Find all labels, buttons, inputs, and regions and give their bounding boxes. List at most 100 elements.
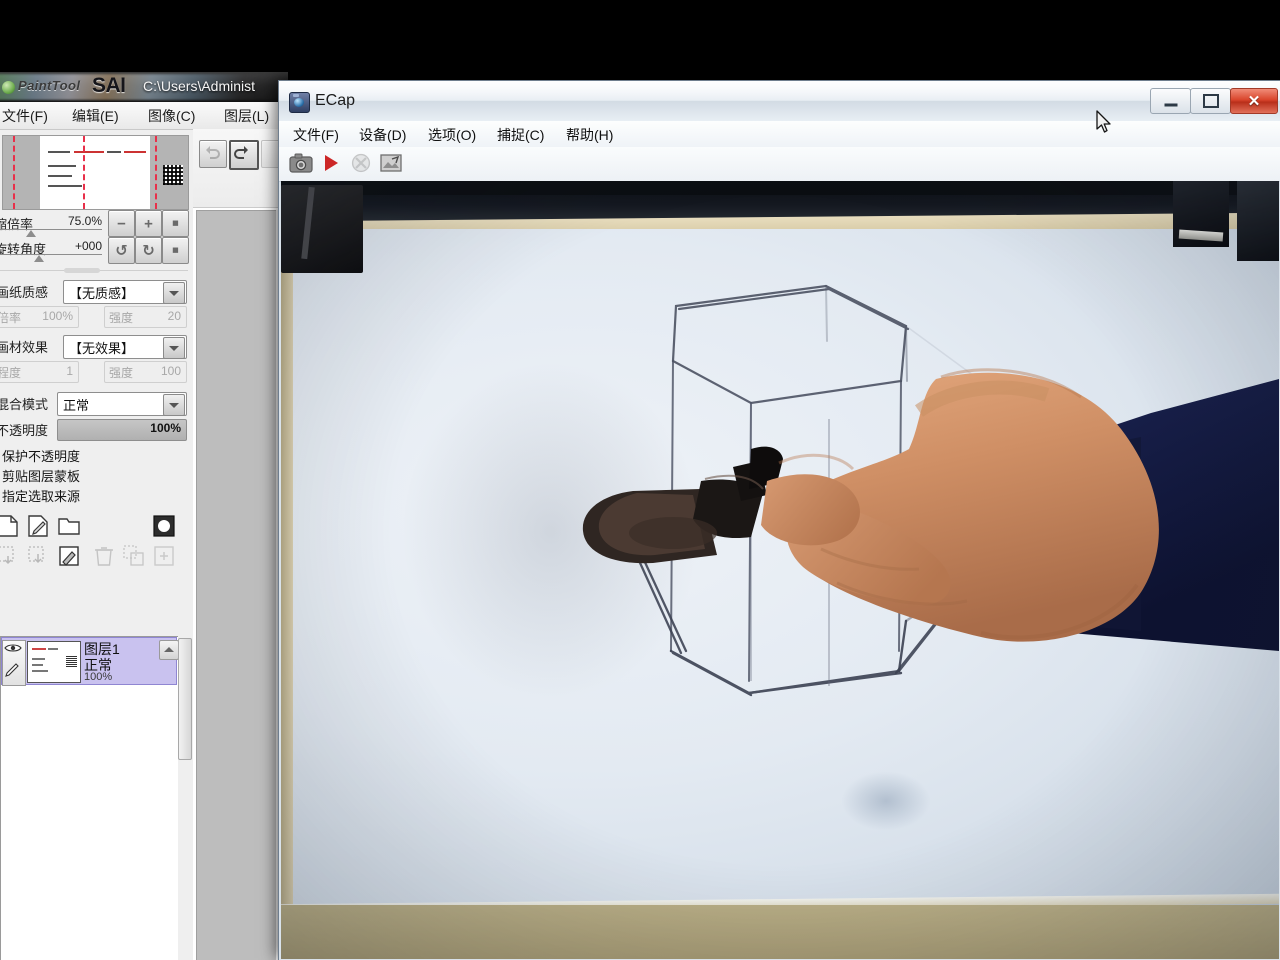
navigator-page [40, 143, 183, 203]
sai-brand-painttool: PaintTool [18, 78, 81, 93]
ecap-video-client[interactable] [281, 181, 1279, 959]
zoom-out-glyph: − [117, 215, 126, 232]
navigator-guide-1 [13, 136, 15, 209]
zoom-slider-thumb[interactable] [26, 230, 36, 237]
opacity-value: 100% [150, 421, 181, 435]
rotate-reset-glyph: ■ [172, 244, 179, 256]
material-effect-chevron-down-icon[interactable] [163, 337, 185, 359]
merge-down-icon[interactable] [26, 544, 50, 568]
layer-list-item[interactable]: 图层1 正常 100% [1, 637, 179, 686]
layer-list[interactable]: 图层1 正常 100% [0, 636, 180, 960]
rotate-value: +000 [74, 239, 102, 253]
layer-visibility-eye-icon[interactable] [2, 640, 26, 686]
minimize-icon [1164, 103, 1177, 107]
sai-titlebar[interactable]: PaintTool SAI C:\Users\Administ [0, 72, 288, 102]
material-effect-label: 画材效果 [0, 340, 49, 355]
zoom-reset-button[interactable]: ■ [162, 210, 189, 237]
rotate-right-button[interactable]: ↻ [135, 237, 162, 264]
navigator-guide-2 [83, 136, 85, 209]
sai-menu-file[interactable]: 文件(F) [2, 106, 48, 126]
navigator-qr-code [163, 165, 183, 185]
sai-menu-edit[interactable]: 编辑(E) [72, 106, 119, 126]
layer-thumbnail [27, 641, 81, 683]
zoom-slider-track[interactable] [0, 229, 102, 230]
paper-texture-strength-label: 强度 [109, 311, 134, 325]
sai-menubar: 文件(F) 编辑(E) 图像(C) 图层(L) [0, 102, 288, 130]
sai-canvas-toolbar [193, 129, 288, 208]
clear-layer-icon[interactable] [57, 544, 81, 568]
paper-texture-strength-field: 强度 20 [104, 306, 187, 328]
zoom-out-button[interactable]: − [108, 210, 135, 237]
navigator-guide-3 [155, 136, 157, 209]
navigator-bg-left [3, 136, 40, 209]
screen: PaintTool SAI C:\Users\Administ 文件(F) 编辑… [0, 0, 1280, 960]
rotate-left-button[interactable]: ↺ [108, 237, 135, 264]
ecap-menu-file[interactable]: 文件(F) [293, 125, 339, 145]
video-preview[interactable] [281, 181, 1279, 959]
blend-mode-label: 混合模式 [0, 397, 49, 412]
paper-texture-select[interactable]: 【无质感】 [63, 280, 187, 304]
close-icon: ✕ [1247, 93, 1261, 110]
layer-mask-icon[interactable] [152, 514, 176, 538]
layer-thumbnail-qr [66, 656, 77, 667]
titlebar-glass [279, 81, 1280, 101]
checkbox-clipping-mask[interactable]: 剪贴图层蒙板 [2, 466, 80, 485]
checkbox-protect-opacity[interactable]: 保护不透明度 [2, 446, 80, 465]
mouse-cursor [1096, 110, 1111, 133]
paper-texture-value: 【无质感】 [69, 286, 135, 301]
navigator-panel[interactable] [2, 135, 189, 210]
rotate-reset-button[interactable]: ■ [162, 237, 189, 264]
play-icon[interactable] [321, 152, 345, 175]
ecap-menu-capture[interactable]: 捕捉(C) [497, 125, 544, 145]
ecap-menubar: 文件(F) 设备(D) 选项(O) 捕捉(C) 帮助(H) [279, 121, 1280, 148]
ecap-menu-options[interactable]: 选项(O) [428, 125, 476, 145]
ecap-toolbar [279, 147, 1280, 182]
material-effect-strength-value: 100 [160, 364, 181, 378]
new-layer-icon[interactable] [0, 514, 20, 538]
layer-scroll-up-button[interactable] [159, 640, 179, 660]
sai-menu-image[interactable]: 图像(C) [148, 106, 195, 126]
sai-app-icon [2, 81, 15, 94]
panel-grip[interactable] [64, 268, 100, 273]
opacity-label: 不透明度 [0, 423, 49, 438]
sai-document-path: C:\Users\Administ [143, 78, 256, 94]
material-effect-strength-field: 强度 100 [104, 361, 187, 383]
sai-menu-layer[interactable]: 图层(L) [224, 106, 269, 126]
add-to-selection-icon[interactable] [152, 544, 176, 568]
close-button[interactable]: ✕ [1230, 88, 1278, 114]
layer-list-scrollbar-thumb[interactable] [178, 638, 192, 760]
sai-canvas-viewport[interactable] [196, 210, 278, 960]
paper-texture-chevron-down-icon[interactable] [163, 282, 185, 304]
rotate-slider-track[interactable] [0, 254, 102, 255]
ecap-menu-help[interactable]: 帮助(H) [566, 125, 613, 145]
stop-icon[interactable] [349, 152, 373, 175]
material-effect-degree-field: 程度 1 [0, 361, 79, 383]
redo-button[interactable] [229, 140, 259, 170]
open-image-icon[interactable] [379, 152, 403, 175]
ecap-menu-device[interactable]: 设备(D) [359, 125, 406, 145]
blend-mode-chevron-down-icon[interactable] [163, 394, 185, 416]
checkbox-selection-source[interactable]: 指定选取来源 [2, 486, 80, 505]
ecap-titlebar[interactable]: ECap ✕ [279, 81, 1280, 122]
zoom-in-glyph: + [144, 215, 153, 232]
new-linework-layer-icon[interactable] [26, 514, 50, 538]
duplicate-layer-icon[interactable] [0, 544, 20, 568]
rotate-slider-thumb[interactable] [34, 255, 44, 262]
copy-layer-icon[interactable] [122, 544, 146, 568]
capture-photo-icon[interactable] [289, 152, 313, 175]
blend-mode-select[interactable]: 正常 [57, 392, 187, 416]
maximize-button[interactable] [1190, 88, 1231, 114]
opacity-slider[interactable]: 100% [57, 419, 187, 441]
rotate-right-glyph: ↻ [142, 242, 155, 259]
material-effect-value: 【无效果】 [69, 341, 135, 356]
delete-layer-trash-icon[interactable] [92, 544, 116, 568]
ecap-window-title: ECap [315, 92, 356, 109]
zoom-in-button[interactable]: + [135, 210, 162, 237]
zoom-value: 75.0% [67, 214, 102, 228]
undo-button[interactable] [199, 140, 227, 168]
new-folder-icon[interactable] [57, 514, 81, 538]
material-effect-select[interactable]: 【无效果】 [63, 335, 187, 359]
material-effect-strength-label: 强度 [109, 366, 134, 380]
minimize-button[interactable] [1150, 88, 1191, 114]
paper-texture-scale-field: 倍率 100% [0, 306, 79, 328]
